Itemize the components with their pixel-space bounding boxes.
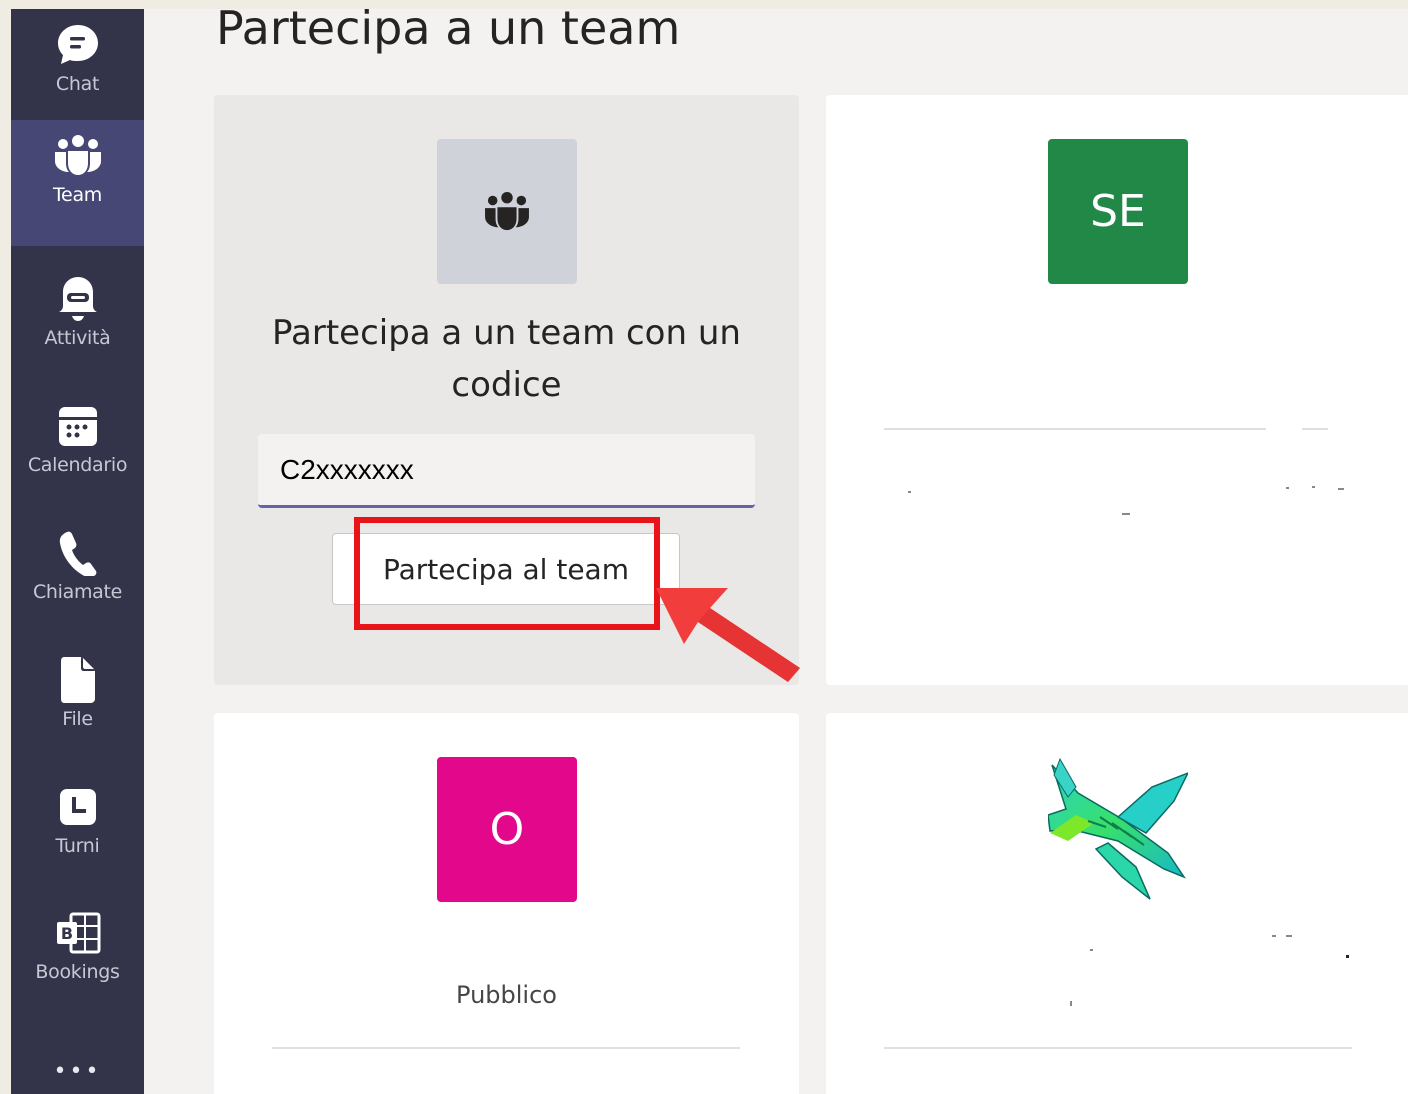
- divider: [884, 428, 1266, 430]
- rail-item-bookings[interactable]: B Bookings: [11, 897, 144, 1023]
- phone-icon: [54, 529, 102, 577]
- rail-label: Chiamate: [32, 581, 123, 603]
- join-team-card: Partecipa a un team con un codice Partec…: [214, 95, 799, 685]
- rail-item-shifts[interactable]: Turni: [11, 771, 144, 897]
- rail-item-team[interactable]: Team: [11, 120, 144, 246]
- team-card-se[interactable]: SE: [826, 95, 1408, 685]
- speck: [1122, 513, 1130, 515]
- rail-label: Calendario: [27, 454, 128, 476]
- team-avatar: O: [437, 757, 577, 902]
- page-title: Partecipa a un team: [216, 9, 681, 55]
- join-team-button[interactable]: Partecipa al team: [332, 533, 680, 605]
- main-content: Partecipa a un team Partecipa a un team …: [144, 9, 1408, 1094]
- activity-bell-icon: [54, 275, 102, 323]
- speck: [1338, 488, 1344, 490]
- speck: [1070, 1001, 1072, 1006]
- file-icon: [54, 656, 102, 704]
- calendar-icon: [54, 402, 102, 450]
- rail-label: Team: [52, 184, 103, 206]
- team-image-airplane: [1047, 757, 1190, 902]
- rail-item-calendar[interactable]: Calendario: [11, 390, 144, 516]
- team-card-o[interactable]: O Pubblico: [214, 713, 799, 1094]
- bookings-icon: B: [54, 909, 102, 957]
- teams-icon: [54, 132, 102, 180]
- team-visibility-label: Pubblico: [456, 981, 557, 1009]
- team-code-input[interactable]: [258, 434, 755, 508]
- more-apps-button[interactable]: •••: [11, 1059, 144, 1084]
- divider: [1302, 428, 1328, 430]
- rail-label: Attività: [44, 327, 111, 349]
- rail-item-activity[interactable]: Attività: [11, 263, 144, 389]
- rail-label: Bookings: [35, 961, 120, 983]
- rail-label: Chat: [55, 73, 100, 95]
- speck: [908, 491, 911, 493]
- divider: [272, 1047, 740, 1049]
- svg-text:B: B: [60, 924, 72, 943]
- team-card-airplane[interactable]: [826, 713, 1408, 1094]
- divider: [884, 1047, 1352, 1049]
- shifts-clock-icon: [54, 783, 102, 831]
- speck: [1286, 935, 1292, 937]
- speck: [1090, 949, 1093, 951]
- speck: [1312, 486, 1315, 488]
- app-rail: Chat Team Attività Calendario Chiamate F…: [11, 9, 144, 1094]
- rail-item-files[interactable]: File: [11, 644, 144, 770]
- rail-item-calls[interactable]: Chiamate: [11, 517, 144, 643]
- teams-icon: [437, 139, 577, 284]
- rail-item-chat[interactable]: Chat: [11, 9, 144, 135]
- speck: [1346, 955, 1349, 958]
- chat-icon: [54, 21, 102, 69]
- speck: [1272, 935, 1276, 937]
- rail-label: Turni: [55, 835, 100, 857]
- join-heading: Partecipa a un team con un codice: [272, 313, 741, 405]
- team-avatar: SE: [1048, 139, 1188, 284]
- speck: [1286, 487, 1289, 489]
- rail-label: File: [62, 708, 93, 730]
